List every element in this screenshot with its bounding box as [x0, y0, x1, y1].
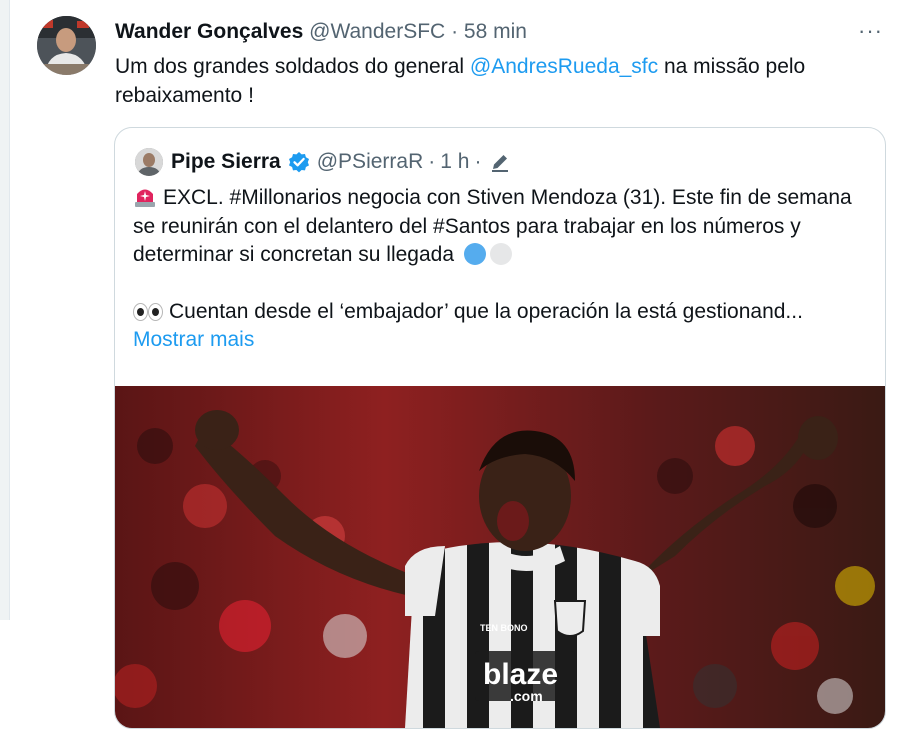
quoted-tweet-card[interactable]: Pipe Sierra @PSierraR · 1 h · EXCL. #Mil…	[114, 127, 886, 729]
quote-line-2: Cuentan desde el ‘embajador’ que la oper…	[169, 299, 803, 323]
more-icon[interactable]: ···	[858, 20, 883, 42]
separator: ·	[428, 150, 436, 173]
siren-emoji	[133, 185, 157, 207]
tweet-header: Wander Gonçalves @WanderSFC · 58 min	[115, 19, 527, 45]
author-handle[interactable]: @WanderSFC	[309, 20, 445, 43]
tweet-text: Um dos grandes soldados do general @Andr…	[115, 52, 875, 110]
separator: ·	[451, 20, 459, 43]
pencil-icon[interactable]	[489, 151, 511, 173]
quote-time[interactable]: 1 h	[440, 148, 469, 176]
author-avatar[interactable]	[37, 16, 96, 75]
sponsor-suffix-text: .com	[510, 688, 543, 704]
white-circle-emoji	[489, 243, 512, 265]
quote-author-name[interactable]: Pipe Sierra	[171, 148, 281, 176]
separator: ·	[474, 150, 482, 173]
quote-photo[interactable]: blaze .com TEN BONO	[115, 386, 885, 728]
quote-paragraph-1: EXCL. #Millonarios negocia con Stiven Me…	[133, 184, 873, 270]
author-name[interactable]: Wander Gonçalves	[115, 20, 303, 43]
blue-circle-emoji	[463, 243, 486, 265]
quote-author-avatar[interactable]	[135, 148, 163, 176]
show-more-row: Mostrar mais	[133, 326, 873, 355]
show-more-link[interactable]: Mostrar mais	[133, 328, 254, 351]
quote-paragraph-2: Cuentan desde el ‘embajador’ que la oper…	[133, 298, 873, 327]
quote-text: EXCL. #Millonarios negocia con Stiven Me…	[133, 184, 873, 355]
quote-header: Pipe Sierra @PSierraR · 1 h ·	[171, 148, 511, 176]
verified-badge-icon	[287, 150, 311, 174]
sponsor-logo-text: blaze	[483, 658, 558, 691]
left-panel-edge	[0, 0, 10, 620]
eyes-emoji	[133, 302, 163, 321]
tweet-text-start: Um dos grandes soldados do general	[115, 55, 470, 78]
kit-brand-text: TEN BONO	[480, 623, 528, 633]
quote-author-handle[interactable]: @PSierraR	[317, 148, 424, 176]
mention-link[interactable]: @AndresRueda_sfc	[470, 55, 658, 78]
tweet-time[interactable]: 58 min	[464, 20, 527, 43]
